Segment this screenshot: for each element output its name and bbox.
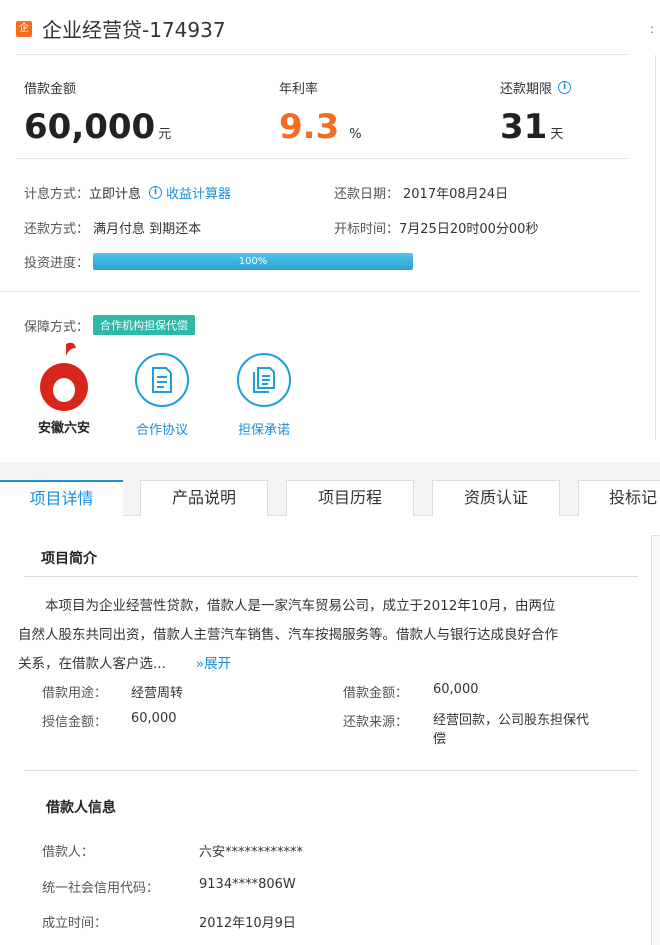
intro-text: 本项目为企业经营性贷款，借款人是一家汽车贸易公司，成立于2012年10月，由两位… — [18, 592, 622, 679]
section-gap — [0, 462, 660, 480]
credit-row: 授信金额： 60,000 — [42, 711, 177, 730]
guarantor-logo-item: 安徽六安 — [24, 340, 104, 436]
rate-label: 年利率 — [279, 82, 319, 97]
open-time-row: 开标时间： 7月25日20时00分00秒 — [334, 218, 538, 237]
founded-row: 成立时间： 2012年10月9日 — [42, 912, 296, 931]
document-icon — [152, 367, 172, 393]
interest-label: 计息方式： — [24, 187, 90, 202]
loan-amount-row: 借款金额： 60,000 — [343, 682, 479, 701]
interest-value: 立即计息 — [89, 187, 142, 202]
right-panel-border — [655, 55, 656, 440]
open-time-label: 开标时间： — [334, 222, 400, 237]
divider — [24, 576, 638, 577]
stat-rate: 年利率 9.3% — [279, 78, 362, 155]
guarantee-promise-item[interactable]: 担保承诺 — [224, 353, 304, 438]
amount-number: 60,000 — [24, 107, 156, 147]
term-label-row: 还款期限 i — [500, 78, 572, 97]
loan-detail-page: 企 企业经营贷-174937 : 借款金额 60,000 元 年利率 9.3% 还… — [0, 0, 660, 945]
credit-value: 60,000 — [131, 711, 177, 726]
source-row: 还款来源： 经营回款，公司股东担保代 偿 — [343, 711, 589, 749]
source-value-line: 经营回款，公司股东担保代 — [433, 713, 590, 728]
intro-line: 本项目为企业经营性贷款，借款人是一家汽车贸易公司，成立于2012年10月，由两位 — [45, 598, 556, 614]
rate-number: 9.3 — [279, 107, 340, 147]
source-value: 经营回款，公司股东担保代 偿 — [433, 711, 589, 749]
repay-date-row: 还款日期： 2017年08月24日 — [334, 183, 508, 202]
source-label: 还款来源： — [343, 715, 409, 730]
tab-project-details[interactable]: 项目详情 — [0, 480, 123, 517]
guarantee-row: 保障方式： 合作机构担保代偿 — [24, 315, 196, 335]
borrower-title: 借款人信息 — [46, 800, 116, 816]
divider — [16, 54, 628, 55]
divider — [0, 291, 640, 292]
amount-label: 借款金额 — [24, 82, 77, 97]
anhui-liuan-logo — [40, 342, 88, 411]
rate-unit: % — [349, 127, 362, 142]
guarantee-promise-circle[interactable] — [237, 353, 291, 407]
loan-amount-label: 借款金额： — [343, 686, 409, 701]
tab-product-info[interactable]: 产品说明 — [140, 480, 268, 516]
credit-code-label: 统一社会信用代码： — [42, 881, 160, 896]
purpose-row: 借款用途： 经营周转 — [42, 682, 183, 701]
info-icon: i — [149, 186, 163, 199]
credit-code-row: 统一社会信用代码： 9134****806W — [42, 877, 296, 896]
calculator-link[interactable]: 收益计算器 — [166, 183, 231, 202]
rail-marker: : — [650, 22, 655, 36]
amount-unit: 元 — [158, 127, 172, 142]
purpose-value: 经营周转 — [131, 686, 184, 701]
intro-line-last: 关系，在借款人客户选... »展开 — [18, 650, 622, 679]
progress-row: 投资进度： 100% — [24, 252, 414, 271]
page-title: 企业经营贷-174937 — [42, 18, 226, 42]
progress-fill: 100% — [93, 253, 414, 270]
term-label: 还款期限 — [500, 82, 553, 97]
term-unit: 天 — [550, 127, 564, 142]
intro-line: 自然人股东共同出资，借款人主营汽车销售、汽车按揭服务等。借款人与银行达成良好合作 — [18, 627, 558, 643]
purpose-label: 借款用途： — [42, 686, 108, 701]
amount-value: 60,000 元 — [24, 107, 171, 155]
loan-amount-value: 60,000 — [433, 682, 479, 697]
credit-label: 授信金额： — [42, 715, 108, 730]
interest-row: 计息方式： 立即计息 i 收益计算器 — [24, 183, 231, 202]
stat-term: 还款期限 i 31 天 — [500, 78, 572, 155]
term-number: 31 — [500, 107, 548, 147]
repay-method-label: 还款方式： — [24, 222, 90, 237]
credit-code-value: 9134****806W — [199, 877, 296, 892]
repay-date-label: 还款日期： — [334, 187, 400, 202]
borrower-name-value: 六安************ — [199, 845, 304, 860]
page-title-row: 企 企业经营贷-174937 — [16, 14, 226, 43]
open-time-value: 7月25日20时00分00秒 — [399, 222, 539, 237]
founded-label: 成立时间： — [42, 916, 108, 931]
progress-bar: 100% — [93, 253, 414, 270]
agreement-link[interactable]: 合作协议 — [122, 419, 202, 438]
guarantee-promise-link[interactable]: 担保承诺 — [224, 419, 304, 438]
intro-truncated-text: 关系，在借款人客户选... — [18, 656, 166, 672]
tab-bar: 项目详情 产品说明 项目历程 资质认证 投标记 — [0, 480, 660, 517]
borrower-name-label: 借款人： — [42, 845, 95, 860]
repay-date-value: 2017年08月24日 — [403, 187, 509, 202]
stat-amount: 借款金额 60,000 元 — [24, 78, 171, 155]
repay-method-row: 还款方式： 满月付息 到期还本 — [24, 218, 201, 237]
agreement-circle[interactable] — [135, 353, 189, 407]
enterprise-badge-icon: 企 — [16, 20, 32, 37]
agreement-item[interactable]: 合作协议 — [122, 353, 202, 438]
founded-value: 2012年10月9日 — [199, 916, 296, 931]
guarantee-badge: 合作机构担保代偿 — [93, 315, 196, 335]
intro-title: 项目简介 — [41, 551, 97, 567]
documents-icon — [253, 367, 275, 393]
expand-link[interactable]: »展开 — [196, 656, 231, 672]
term-value: 31 天 — [500, 107, 571, 155]
tab-project-history[interactable]: 项目历程 — [286, 480, 414, 516]
tab-bid-records[interactable]: 投标记 — [578, 480, 660, 516]
repay-method-value: 满月付息 到期还本 — [93, 222, 202, 237]
progress-label: 投资进度： — [24, 256, 90, 271]
guarantor-name: 安徽六安 — [37, 421, 90, 436]
side-panel-edge — [651, 535, 660, 945]
tab-qualification[interactable]: 资质认证 — [432, 480, 560, 516]
borrower-name-row: 借款人： 六安************ — [42, 841, 303, 860]
guarantee-label: 保障方式： — [24, 319, 90, 335]
divider — [24, 770, 638, 771]
source-value-line: 偿 — [433, 732, 447, 747]
divider — [16, 158, 628, 159]
info-icon[interactable]: i — [558, 81, 572, 94]
rate-value: 9.3% — [279, 107, 362, 155]
